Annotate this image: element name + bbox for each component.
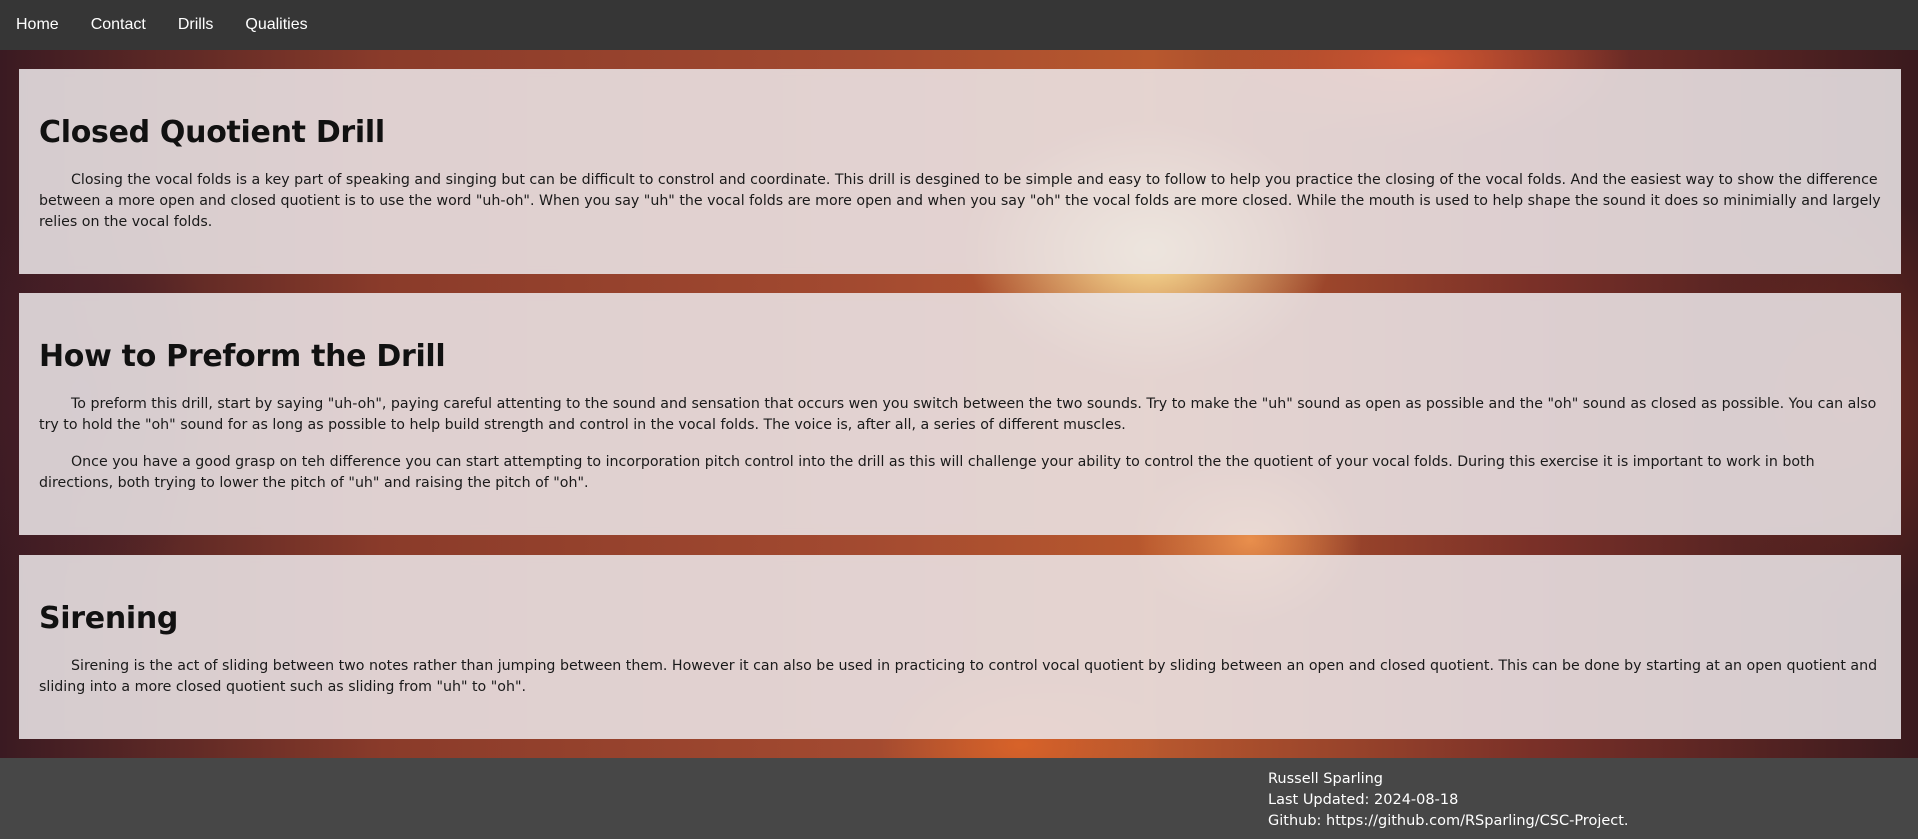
nav-link-home[interactable]: Home xyxy=(16,16,59,34)
nav-link-qualities[interactable]: Qualities xyxy=(245,16,307,34)
footer-last-updated: Last Updated: 2024-08-18 xyxy=(1268,792,1459,808)
section-closed-quotient-drill: Closed Quotient Drill Closing the vocal … xyxy=(19,69,1901,274)
section-sirening: Sirening Sirening is the act of sliding … xyxy=(19,555,1901,739)
section-paragraph: Once you have a good grasp on teh differ… xyxy=(39,454,1815,491)
footer-info: Russell Sparling Last Updated: 2024-08-1… xyxy=(1268,769,1629,832)
section-title: How to Preform the Drill xyxy=(39,339,446,374)
section-how-to-preform: How to Preform the Drill To preform this… xyxy=(19,293,1901,535)
nav-link-contact[interactable]: Contact xyxy=(91,16,146,34)
page-footer: Russell Sparling Last Updated: 2024-08-1… xyxy=(0,758,1918,839)
top-navbar: Home Contact Drills Qualities xyxy=(0,0,1918,50)
section-paragraph: To preform this drill, start by saying "… xyxy=(39,396,1877,433)
nav-link-drills[interactable]: Drills xyxy=(178,16,214,34)
footer-author: Russell Sparling xyxy=(1268,771,1384,787)
section-paragraph: Closing the vocal folds is a key part of… xyxy=(39,172,1881,230)
section-paragraph: Sirening is the act of sliding between t… xyxy=(39,658,1878,695)
section-title: Closed Quotient Drill xyxy=(39,115,385,150)
section-title: Sirening xyxy=(39,601,179,636)
footer-github-link[interactable]: Github: https://github.com/RSparling/CSC… xyxy=(1268,811,1629,832)
